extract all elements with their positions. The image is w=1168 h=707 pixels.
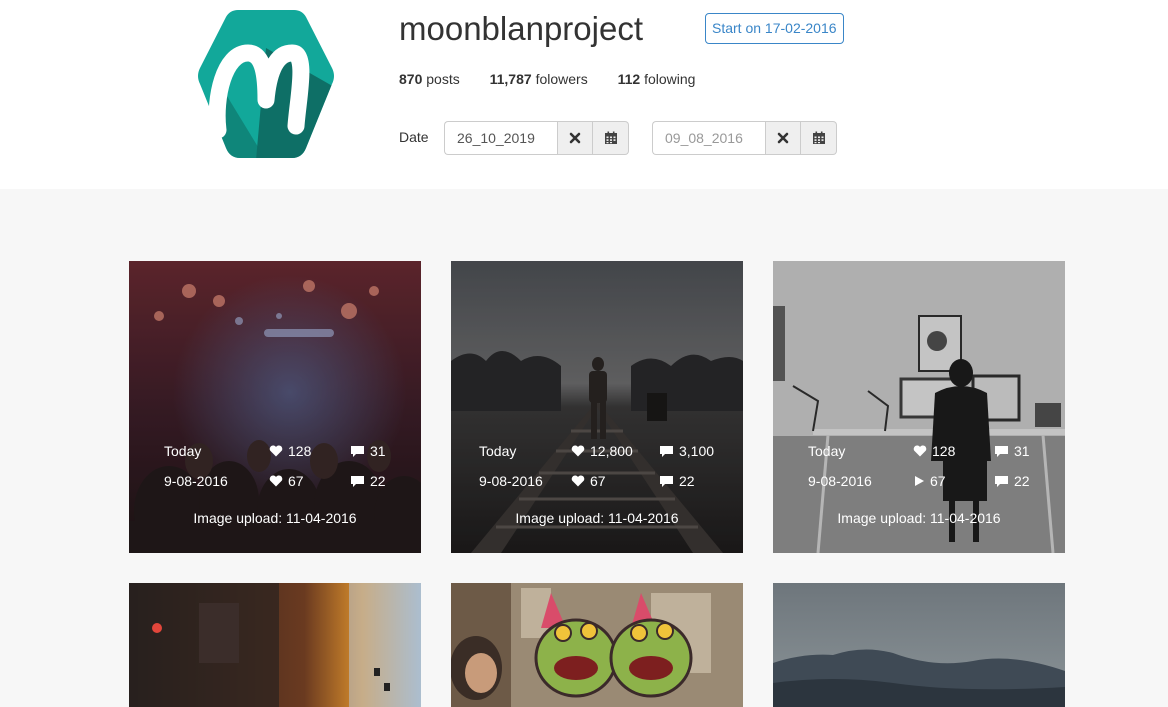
upload-date: Image upload: 11-04-2016: [837, 510, 1001, 526]
close-icon: [569, 132, 581, 144]
calendar-icon: [812, 131, 825, 144]
date-plays-count: 67: [930, 473, 946, 489]
upload-date: Image upload: 11-04-2016: [193, 510, 357, 526]
date-comments: 22: [350, 473, 386, 489]
post-tile-street[interactable]: [129, 583, 421, 707]
today-row: Today 12,800 3,100: [451, 443, 743, 463]
post-image-street: [129, 583, 421, 707]
date-to-group: 09_08_2016: [652, 121, 837, 155]
date-likes: 67: [269, 473, 304, 489]
brand-logo: [198, 10, 334, 158]
calendar-icon: [604, 131, 617, 144]
date-filter-label: Date: [399, 129, 429, 145]
date-from-group: 26_10_2019: [444, 121, 629, 155]
comment-icon: [660, 475, 673, 487]
comment-icon: [351, 475, 364, 487]
post-tile-mountains[interactable]: [773, 583, 1065, 707]
followers-stat: 11,787 folowers: [490, 71, 588, 87]
post-image-mountains: [773, 583, 1065, 707]
today-comments: 31: [994, 443, 1030, 459]
followers-label: folowers: [535, 71, 588, 87]
open-from-calendar-button[interactable]: [593, 121, 629, 155]
date-likes-count: 67: [288, 473, 304, 489]
date-row: 9-08-2016 67 22: [451, 473, 743, 493]
play-icon: [915, 476, 924, 486]
date-likes: 67: [571, 473, 606, 489]
date-to-input[interactable]: 09_08_2016: [652, 121, 765, 155]
heart-icon: [913, 445, 927, 457]
start-date-badge[interactable]: Start on 17-02-2016: [705, 13, 844, 44]
date-row: 9-08-2016 67 22: [129, 473, 421, 493]
post-tile-railway[interactable]: Today 12,800 3,100 9-08-2016 67 22 Image…: [451, 261, 743, 553]
today-likes: 128: [269, 443, 311, 459]
date-label: 9-08-2016: [479, 473, 543, 489]
posts-label: posts: [426, 71, 460, 87]
heart-icon: [269, 445, 283, 457]
today-label: Today: [808, 443, 846, 459]
date-plays: 67: [913, 473, 946, 489]
today-likes: 128: [913, 443, 955, 459]
today-comments-count: 31: [1014, 443, 1030, 459]
heart-icon: [571, 445, 585, 457]
comment-icon: [995, 445, 1008, 457]
post-tile-workspace[interactable]: Today 128 31 9-08-2016 67 22 Image uploa…: [773, 261, 1065, 553]
post-tile-concert[interactable]: Today 128 31 9-08-2016 67 22 Image uploa…: [129, 261, 421, 553]
today-likes-count: 128: [932, 443, 956, 459]
post-tile-street-art[interactable]: [451, 583, 743, 707]
clear-from-date-button[interactable]: [557, 121, 593, 155]
close-icon: [777, 132, 789, 144]
comment-icon: [660, 445, 673, 457]
date-comments-count: 22: [679, 473, 695, 489]
today-label: Today: [164, 443, 202, 459]
posts-stat: 870 posts: [399, 71, 460, 87]
today-comments: 3,100: [659, 443, 714, 459]
posts-count: 870: [399, 71, 423, 87]
heart-icon: [571, 475, 585, 487]
date-comments: 22: [994, 473, 1030, 489]
post-image-street-art: [451, 583, 743, 707]
post-stats-overlay: Today 128 31 9-08-2016 67 22 Image uploa…: [129, 261, 421, 553]
today-likes-count: 12,800: [590, 443, 633, 459]
today-likes-count: 128: [288, 443, 312, 459]
date-comments-count: 22: [370, 473, 386, 489]
profile-username: moonblanproject: [399, 10, 643, 47]
clear-to-date-button[interactable]: [765, 121, 801, 155]
following-label: folowing: [644, 71, 696, 87]
comment-icon: [351, 445, 364, 457]
profile-stats: 870 posts 11,787 folowers 112 folowing: [399, 71, 721, 87]
followers-count: 11,787: [489, 71, 532, 87]
today-row: Today 128 31: [129, 443, 421, 463]
today-comments-count: 31: [370, 443, 386, 459]
date-label: 9-08-2016: [808, 473, 872, 489]
comment-icon: [995, 475, 1008, 487]
today-row: Today 128 31: [773, 443, 1065, 463]
post-stats-overlay: Today 128 31 9-08-2016 67 22 Image uploa…: [773, 261, 1065, 553]
today-comments-count: 3,100: [679, 443, 715, 459]
today-label: Today: [479, 443, 517, 459]
today-comments: 31: [350, 443, 386, 459]
upload-date: Image upload: 11-04-2016: [515, 510, 679, 526]
date-comments-count: 22: [1014, 473, 1030, 489]
open-to-calendar-button[interactable]: [801, 121, 837, 155]
heart-icon: [269, 475, 283, 487]
date-from-input[interactable]: 26_10_2019: [444, 121, 557, 155]
profile-header: moonblanproject Start on 17-02-2016 870 …: [0, 0, 1168, 189]
today-likes: 12,800: [571, 443, 633, 459]
following-count: 112: [617, 71, 641, 87]
date-row: 9-08-2016 67 22: [773, 473, 1065, 493]
date-likes-count: 67: [590, 473, 606, 489]
date-label: 9-08-2016: [164, 473, 228, 489]
date-comments: 22: [659, 473, 695, 489]
post-stats-overlay: Today 12,800 3,100 9-08-2016 67 22 Image…: [451, 261, 743, 553]
following-stat: 112 folowing: [618, 71, 696, 87]
